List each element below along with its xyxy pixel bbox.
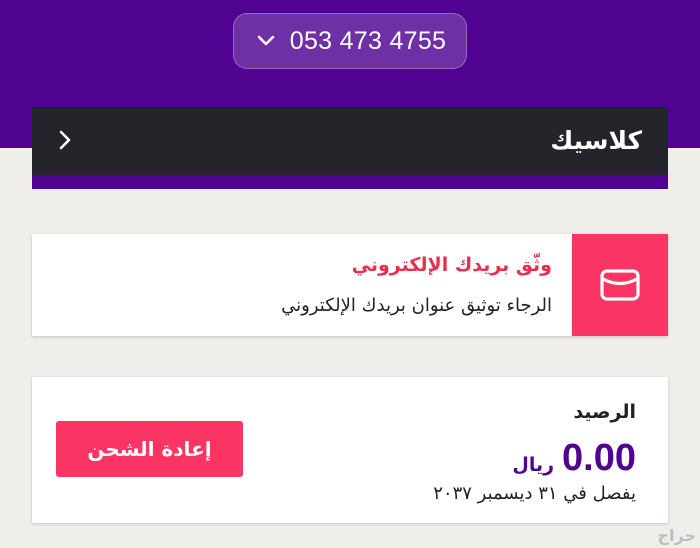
balance-currency: ريال [512,454,555,476]
envelope-icon [600,269,640,301]
balance-value-row: 0.00 ريال [512,432,636,478]
email-verification-card[interactable]: وثّق بريدك الإلكتروني الرجاء توثيق عنوان… [32,234,668,336]
chevron-down-icon [257,35,275,46]
chevron-right-icon [59,130,71,150]
balance-label: الرصيد [573,401,636,423]
balance-expiry: يفصل في ٣١ ديسمبر ٢٠٣٧ [433,483,636,504]
balance-card: الرصيد 0.00 ريال يفصل في ٣١ ديسمبر ٢٠٣٧ … [32,377,668,523]
page-title: كلاسيك [550,126,642,155]
email-verification-message: الرجاء توثيق عنوان بريدك الإلكتروني [281,295,552,316]
watermark: حراج [657,526,697,545]
title-bar-stripe [32,175,668,189]
phone-number: 053 473 4755 [289,26,447,55]
back-button[interactable] [50,124,80,156]
email-icon-box [572,234,668,336]
phone-number-selector[interactable]: 053 473 4755 [233,13,467,69]
email-verification-heading: وثّق بريدك الإلكتروني [351,254,552,276]
recharge-button[interactable]: إعادة الشحن [56,421,243,477]
balance-amount: 0.00 [562,437,636,479]
